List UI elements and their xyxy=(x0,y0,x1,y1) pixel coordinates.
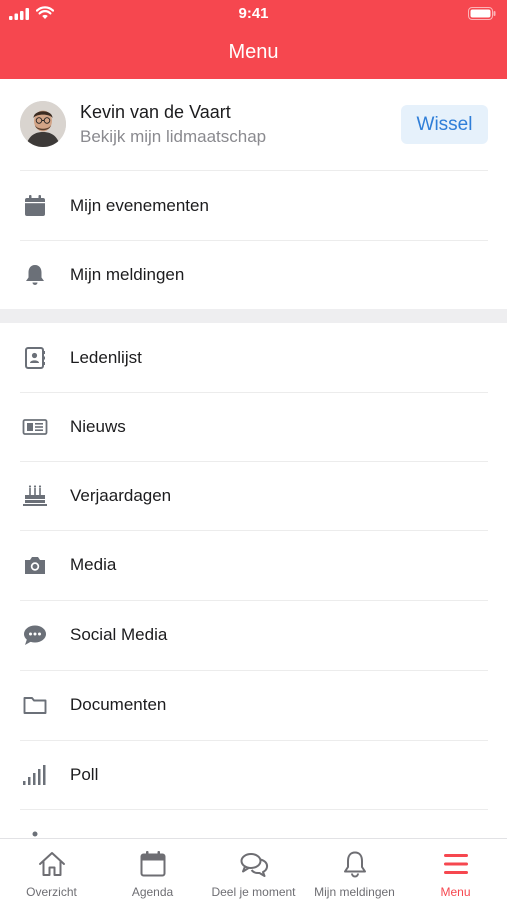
chat-bubbles-icon xyxy=(240,853,268,877)
menu-item-label: Verjaardagen xyxy=(70,485,172,505)
bar-signal-icon xyxy=(23,764,46,785)
calendar-icon xyxy=(25,194,45,216)
tab-overzicht[interactable]: Overzicht xyxy=(1,839,102,900)
battery-icon xyxy=(468,7,496,20)
switch-account-button[interactable]: Wissel xyxy=(401,105,488,144)
menu-item-media[interactable]: Media xyxy=(0,530,507,599)
tab-label: Agenda xyxy=(131,885,174,899)
page-title: Menu xyxy=(228,41,279,63)
avatar-image xyxy=(20,101,66,147)
status-bar: 9:41 xyxy=(0,0,507,26)
menu-item-mijn-evenementen[interactable]: Mijn evenementen xyxy=(0,171,507,240)
menu-item-label: Social Media xyxy=(70,624,168,644)
section-separator xyxy=(0,309,507,323)
info-icon xyxy=(32,831,38,837)
menu-item-label: Documenten xyxy=(70,694,167,714)
birthday-cake-icon xyxy=(23,484,47,506)
chat-bubble-icon xyxy=(24,625,46,645)
menu-item-ledenlijst[interactable]: Ledenlijst xyxy=(0,323,507,392)
menu-item-mijn-meldingen[interactable]: Mijn meldingen xyxy=(0,240,507,309)
status-time: 9:41 xyxy=(238,5,269,22)
menu-item-label: Poll xyxy=(70,764,99,784)
menu-item-label: Mijn evenementen xyxy=(70,195,209,215)
menu-item-poll[interactable]: Poll xyxy=(0,740,507,809)
tab-mijn-meldingen[interactable]: Mijn meldingen xyxy=(304,839,405,900)
avatar[interactable] xyxy=(20,101,66,147)
divider xyxy=(20,809,488,810)
bell-icon xyxy=(343,851,366,878)
tab-label: Overzicht xyxy=(26,885,77,899)
newspaper-icon xyxy=(22,418,48,435)
menu-item-label: Media xyxy=(70,554,117,574)
menu-item-label: Mijn meldingen xyxy=(70,264,185,284)
camera-icon xyxy=(25,556,45,574)
tab-menu[interactable]: Menu xyxy=(405,839,506,900)
menu-item-documenten[interactable]: Documenten xyxy=(0,670,507,739)
contacts-icon xyxy=(25,346,45,369)
calendar-icon xyxy=(140,851,165,877)
menu-item-nieuws[interactable]: Nieuws xyxy=(0,392,507,461)
tab-label: Deel je moment xyxy=(211,885,296,899)
folder-icon xyxy=(23,696,47,714)
membership-link[interactable]: Bekijk mijn lidmaatschap xyxy=(80,127,266,147)
menu-item-social-media[interactable]: Social Media xyxy=(0,600,507,669)
profile-name: Kevin van de Vaart xyxy=(80,102,231,122)
tab-deel-je-moment[interactable]: Deel je moment xyxy=(203,839,304,900)
menu-item-label: Ledenlijst xyxy=(70,347,142,367)
home-icon xyxy=(38,852,65,876)
menu-screen: 9:41 Menu Kevin van de Vaart Bekijk mijn… xyxy=(0,0,507,900)
profile-row[interactable]: Kevin van de Vaart Bekijk mijn lidmaatsc… xyxy=(0,79,507,171)
tab-agenda[interactable]: Agenda xyxy=(102,839,203,900)
hamburger-icon xyxy=(443,854,468,874)
bell-icon xyxy=(26,264,44,285)
tab-label: Mijn meldingen xyxy=(314,885,395,899)
tab-bar: Overzicht Agenda Deel je moment Mijn mel… xyxy=(0,838,507,900)
tab-label: Menu xyxy=(440,885,471,899)
menu-item-verjaardagen[interactable]: Verjaardagen xyxy=(0,461,507,530)
header-bar: 9:41 Menu xyxy=(0,0,507,79)
menu-item-label: Nieuws xyxy=(70,416,126,436)
